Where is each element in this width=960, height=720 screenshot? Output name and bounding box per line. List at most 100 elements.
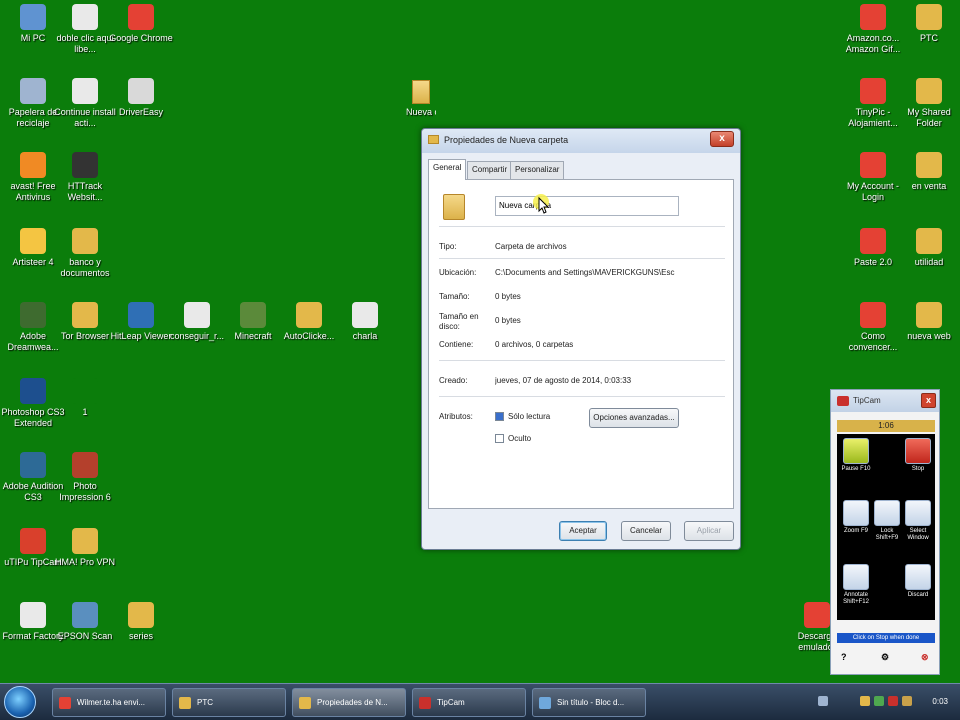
desktop-right-icon-9[interactable]: nueva web — [896, 302, 960, 342]
advanced-options-button[interactable]: Opciones avanzadas... — [589, 408, 679, 428]
tray-speaker-icon[interactable] — [902, 696, 912, 706]
created-label: Creado: — [439, 376, 468, 385]
app-icon — [860, 152, 886, 178]
size-on-disk-value: 0 bytes — [495, 316, 521, 325]
app-icon — [916, 4, 942, 30]
desktop-left-icon-18[interactable]: 1 — [52, 378, 118, 418]
mouse-cursor-icon — [533, 194, 550, 214]
app-icon — [20, 452, 46, 478]
discard-label: Discard — [907, 592, 929, 598]
size-on-disk-label: Tamaño en disco: — [439, 312, 479, 331]
taskbar-button-2[interactable]: Propiedades de N... — [292, 688, 406, 717]
divider — [439, 360, 725, 361]
cancel-button[interactable]: Cancelar — [621, 521, 671, 541]
desktop-right-icon-5[interactable]: en venta — [896, 152, 960, 192]
stop-label: Stop — [911, 466, 925, 472]
desktop-icon-label: HMA! Pro VPN — [54, 557, 115, 567]
stop-button[interactable]: Stop — [903, 438, 933, 473]
app-icon — [20, 378, 46, 404]
dialog-title: Propiedades de Nueva carpeta — [444, 135, 569, 145]
app-icon — [72, 528, 98, 554]
tray-network-icon[interactable] — [818, 696, 828, 706]
hidden-label[interactable]: Oculto — [508, 434, 531, 443]
app-icon — [59, 697, 71, 709]
crosshair-icon — [905, 500, 931, 526]
ok-button[interactable]: Aceptar — [559, 521, 607, 541]
taskbar-button-1[interactable]: PTC — [172, 688, 286, 717]
dialog-titlebar[interactable]: Propiedades de Nueva carpeta x — [422, 129, 740, 153]
folder-icon — [412, 80, 430, 104]
desktop-left-icon-5[interactable]: DriverEasy — [108, 78, 174, 118]
tipcam-controls: Pause F10 Stop Zoom F9 Lock Shift+F9 Sel… — [837, 434, 935, 620]
tab-personalizar[interactable]: Personalizar — [510, 161, 565, 179]
app-icon — [72, 378, 98, 404]
properties-dialog: Propiedades de Nueva carpeta x General C… — [421, 128, 741, 550]
settings-icon[interactable]: ⚙ — [881, 652, 889, 663]
tipcam-titlebar[interactable]: TipCam x — [831, 390, 939, 412]
app-icon — [72, 302, 98, 328]
taskbar-button-0[interactable]: Wilmer.te.ha envi... — [52, 688, 166, 717]
tray-shield-icon[interactable] — [874, 696, 884, 706]
readonly-checkbox[interactable] — [495, 412, 504, 421]
lock-button[interactable]: Lock Shift+F9 — [872, 500, 902, 542]
tray-tipcam-icon[interactable] — [888, 696, 898, 706]
discard-button[interactable]: Discard — [903, 564, 933, 599]
pause-button[interactable]: Pause F10 — [841, 438, 871, 473]
desktop-icon-label: charla — [352, 331, 378, 341]
type-label: Tipo: — [439, 242, 457, 251]
tab-compartir[interactable]: Compartir — [467, 161, 513, 179]
app-icon — [296, 302, 322, 328]
power-icon[interactable]: ⊗ — [921, 652, 929, 663]
divider — [439, 226, 725, 227]
tipcam-title: TipCam — [853, 396, 881, 405]
close-button[interactable]: x — [921, 393, 936, 408]
start-button[interactable] — [4, 686, 36, 718]
app-icon — [20, 528, 46, 554]
apply-button[interactable]: Aplicar — [684, 521, 734, 541]
app-icon — [20, 602, 46, 628]
desktop-left-icon-22[interactable]: HMA! Pro VPN — [52, 528, 118, 568]
divider — [439, 396, 725, 397]
hidden-checkbox[interactable] — [495, 434, 504, 443]
help-icon[interactable]: ? — [841, 652, 847, 662]
desktop-left-icon-2[interactable]: Google Chrome — [108, 4, 174, 44]
app-icon — [860, 4, 886, 30]
desktop-icon-label: PTC — [920, 33, 938, 43]
taskbar-button-3[interactable]: TipCam — [412, 688, 526, 717]
taskbar-button-4[interactable]: Sin título - Bloc d... — [532, 688, 646, 717]
app-icon — [72, 78, 98, 104]
app-icon — [860, 302, 886, 328]
zoom-button[interactable]: Zoom F9 — [841, 500, 871, 535]
desktop-left-icon-20[interactable]: Photo Impression 6 — [52, 452, 118, 503]
desktop-icon-label: Google Chrome — [109, 33, 173, 43]
desktop-right-icon-1[interactable]: PTC — [896, 4, 960, 44]
desktop-icon-nueva-carpeta[interactable]: Nueva carpeta — [388, 80, 454, 118]
pause-icon — [843, 438, 869, 464]
app-icon — [72, 602, 98, 628]
close-button[interactable]: x — [710, 131, 734, 147]
select-window-button[interactable]: Select Window — [903, 500, 933, 542]
desktop-left-icon-9[interactable]: banco y documentos — [52, 228, 118, 279]
app-icon — [299, 697, 311, 709]
desktop-left-icon-16[interactable]: charla — [332, 302, 398, 342]
folder-icon — [428, 135, 439, 144]
app-icon — [72, 152, 98, 178]
desktop-right-icon-7[interactable]: utilidad — [896, 228, 960, 268]
taskbar-button-label: Sin título - Bloc d... — [557, 698, 625, 707]
app-icon — [128, 4, 154, 30]
desktop-icon-label: Photo Impression 6 — [59, 481, 111, 502]
zoom-icon — [843, 500, 869, 526]
stop-icon — [905, 438, 931, 464]
desktop-right-icon-3[interactable]: My Shared Folder — [896, 78, 960, 129]
desktop-left-icon-7[interactable]: HTTrack Websit... — [52, 152, 118, 203]
app-icon — [916, 228, 942, 254]
folder-name-input[interactable]: Nueva carpeta — [495, 196, 679, 216]
annotate-button[interactable]: Annotate Shift+F12 — [841, 564, 871, 606]
tray-folder-icon[interactable] — [860, 696, 870, 706]
taskbar-button-label: Wilmer.te.ha envi... — [77, 698, 146, 707]
tipcam-widget: TipCam x 1:06 Pause F10 Stop Zoom F9 Loc… — [830, 389, 940, 675]
tab-general[interactable]: General — [428, 159, 467, 180]
app-icon — [72, 4, 98, 30]
readonly-label[interactable]: Sólo lectura — [508, 412, 550, 421]
desktop-left-icon-25[interactable]: series — [108, 602, 174, 642]
